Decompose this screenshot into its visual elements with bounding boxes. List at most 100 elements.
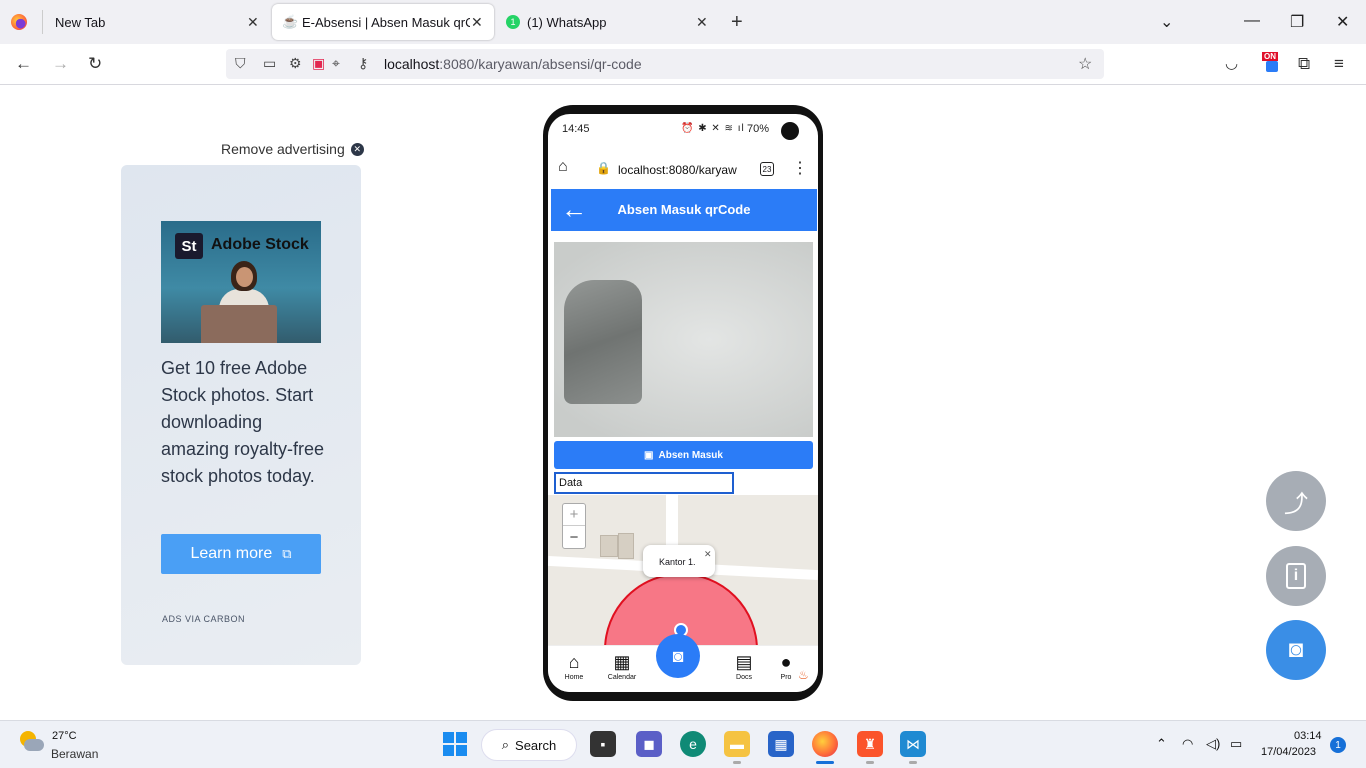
coffee-icon: ☕: [282, 14, 299, 29]
search-icon: ⌕: [501, 737, 510, 752]
page-icon[interactable]: ▭: [263, 55, 276, 72]
taskbar-search[interactable]: ⌕ Search: [481, 729, 577, 761]
camera-button[interactable]: ◙: [656, 634, 700, 678]
menu-icon[interactable]: ≡: [1334, 54, 1344, 74]
edge-icon[interactable]: e: [680, 731, 706, 757]
wifi-icon[interactable]: ◠: [1182, 736, 1193, 752]
firefox-icon[interactable]: [11, 14, 27, 30]
url-text[interactable]: localhost:8080/karyawan/absensi/qr-code: [384, 56, 642, 72]
volume-icon[interactable]: ◁): [1206, 736, 1220, 752]
battery-icon[interactable]: ▭: [1230, 736, 1242, 752]
home-icon[interactable]: ⌂: [558, 158, 568, 176]
camera-icon: ◙: [672, 645, 684, 666]
info-icon: i: [1286, 563, 1306, 589]
restore-button[interactable]: ❐: [1290, 12, 1304, 32]
forward-icon[interactable]: →: [52, 54, 69, 74]
location-map[interactable]: Kantor 1. ✕ + −: [548, 495, 818, 645]
bottom-navigation: ⌂ Home ▦ Calendar ◙ ▤ Docs ● Pro ♨: [548, 634, 818, 692]
file-explorer-icon[interactable]: ▬: [724, 731, 750, 757]
external-link-icon: ⧉: [282, 546, 292, 561]
phone-frame: 14:45 ⏰ ✱ ✕ ≋ ıl 70% ⌂ 🔒 localhost:8080/…: [543, 105, 823, 701]
tab-label: E-Absensi | Absen Masuk qrCod: [302, 14, 470, 30]
absen-masuk-button[interactable]: ▣ Absen Masuk: [554, 441, 813, 469]
camera-icon: ◙: [1288, 636, 1304, 663]
new-tab-button[interactable]: +: [731, 12, 743, 32]
url-path: :8080/karyawan/absensi/qr-code: [439, 56, 642, 72]
url-bar[interactable]: ⛉ ▭ ⚙ ▣ ⌖ ⚷ localhost:8080/karyawan/abse…: [226, 49, 1104, 79]
ad-text[interactable]: Get 10 free Adobe Stock photos. Start do…: [161, 355, 331, 490]
remove-advertising-link[interactable]: Remove advertising ✕: [221, 141, 364, 157]
app-running-indicator: [733, 761, 741, 764]
close-icon[interactable]: ✕: [471, 14, 483, 31]
notification-badge[interactable]: 1: [1330, 737, 1346, 753]
carbon-ad: St Adobe Stock Get 10 free Adobe Stock p…: [121, 165, 361, 665]
zoom-in-button[interactable]: +: [563, 504, 585, 526]
map-popup: Kantor 1. ✕: [643, 545, 715, 577]
learn-more-button[interactable]: Learn more ⧉: [161, 534, 321, 574]
shield-icon[interactable]: ⛉: [235, 55, 246, 72]
data-input[interactable]: [554, 472, 734, 494]
tab-new-tab[interactable]: New Tab ✕: [43, 0, 269, 44]
lock-icon: 🔒: [596, 161, 611, 175]
extensions-icon[interactable]: ⧉: [1298, 54, 1310, 74]
brave-icon[interactable]: ♜: [857, 731, 883, 757]
bookmark-star-icon[interactable]: ☆: [1078, 54, 1092, 74]
microsoft-store-icon[interactable]: ▦: [768, 731, 794, 757]
chevron-up-icon[interactable]: ⌃: [1156, 736, 1167, 752]
ads-via-carbon[interactable]: ADS VIA CARBON: [162, 614, 245, 624]
pocket-icon[interactable]: ◡: [1225, 54, 1238, 74]
permissions-icon[interactable]: ⚙: [289, 55, 302, 72]
screenshot-button[interactable]: ◙: [1266, 620, 1326, 680]
absen-masuk-label: Absen Masuk: [658, 449, 723, 461]
more-icon[interactable]: ⋮: [792, 158, 808, 178]
nav-docs[interactable]: ▤ Docs: [724, 652, 764, 681]
mobile-browser-bar: ⌂ 🔒 localhost:8080/karyaw 23 ⋮: [548, 150, 818, 188]
weather-cloudy-icon[interactable]: [18, 731, 44, 753]
phone-screen: 14:45 ⏰ ✱ ✕ ≋ ıl 70% ⌂ 🔒 localhost:8080/…: [548, 114, 818, 692]
share-icon: ⤴: [1284, 490, 1308, 518]
camera-icon: ▣: [644, 449, 654, 461]
nav-home-label: Home: [564, 674, 584, 681]
close-icon[interactable]: ✕: [247, 14, 259, 31]
share-button[interactable]: ⤴: [1266, 471, 1326, 531]
info-button[interactable]: i: [1266, 546, 1326, 606]
close-icon[interactable]: ✕: [704, 549, 712, 560]
tab-list-icon[interactable]: ⌄: [1160, 12, 1173, 32]
task-view-icon[interactable]: ▪: [590, 731, 616, 757]
firefox-taskbar-icon[interactable]: [812, 731, 838, 757]
reload-icon[interactable]: ↻: [88, 54, 102, 74]
tab-count[interactable]: 23: [760, 162, 774, 176]
status-icons: ⏰ ✱ ✕ ≋ ıl: [681, 123, 745, 134]
zoom-out-button[interactable]: −: [563, 526, 585, 548]
windows-start-icon[interactable]: [442, 731, 468, 757]
extension-on-icon[interactable]: ON: [1262, 52, 1282, 72]
ad-image[interactable]: St Adobe Stock: [161, 221, 321, 343]
nav-calendar[interactable]: ▦ Calendar: [602, 652, 642, 681]
browser-tabstrip: New Tab ✕ ☕ E-Absensi | Absen Masuk qrCo…: [0, 0, 1366, 44]
remove-advertising-label: Remove advertising: [221, 141, 345, 157]
clock-time[interactable]: 03:14: [1294, 730, 1322, 742]
ad-brand-name: Adobe Stock: [211, 236, 309, 253]
camera-subject: [564, 280, 642, 404]
location-icon[interactable]: ⌖: [332, 55, 340, 72]
nav-home[interactable]: ⌂ Home: [554, 652, 594, 681]
close-window-button[interactable]: ✕: [1336, 12, 1349, 32]
weather-description[interactable]: Berawan: [51, 747, 98, 761]
navigation-bar: ← → ↻ ⛉ ▭ ⚙ ▣ ⌖ ⚷ localhost:8080/karyawa…: [0, 44, 1366, 85]
camera-icon[interactable]: ▣: [312, 55, 325, 72]
close-icon[interactable]: ✕: [696, 14, 708, 31]
tab-whatsapp[interactable]: 1 (1) WhatsApp ✕: [496, 0, 722, 44]
battery-level: 70%: [747, 123, 770, 135]
ad-laptop: [201, 305, 277, 343]
whatsapp-icon: 1: [506, 15, 520, 29]
nav-docs-label: Docs: [736, 674, 752, 681]
vscode-icon[interactable]: ⋈: [900, 731, 926, 757]
tab-e-absensi[interactable]: ☕ E-Absensi | Absen Masuk qrCod ✕: [272, 4, 494, 40]
key-icon[interactable]: ⚷: [358, 55, 368, 72]
minimize-button[interactable]: —: [1244, 12, 1260, 30]
back-icon[interactable]: ←: [15, 54, 32, 74]
weather-temperature[interactable]: 27°C: [52, 730, 77, 742]
teams-chat-icon[interactable]: ◼: [636, 731, 662, 757]
clock-date[interactable]: 17/04/2023: [1261, 746, 1316, 758]
mobile-url[interactable]: localhost:8080/karyaw: [618, 163, 737, 177]
